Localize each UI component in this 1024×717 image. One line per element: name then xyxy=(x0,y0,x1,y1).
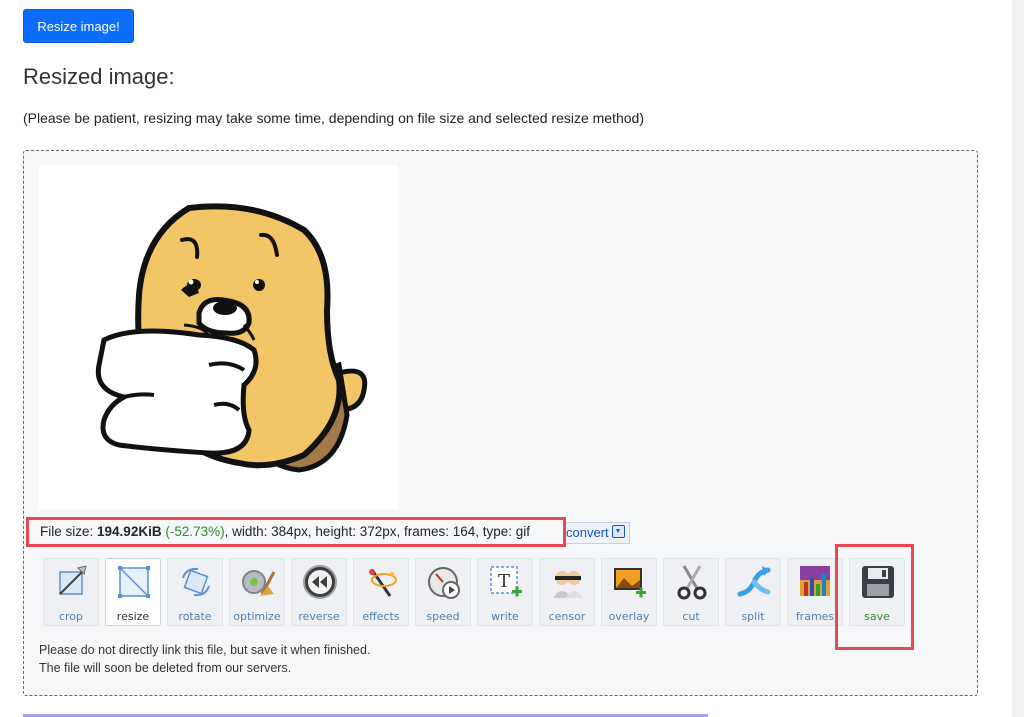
tool-frames-label: frames xyxy=(795,610,835,623)
tool-write-label: write xyxy=(491,610,519,623)
tool-rotate[interactable]: rotate xyxy=(167,558,223,626)
tool-resize-label: resize xyxy=(116,610,150,623)
file-info-text: File size: 194.92KiB (-52.73%), width: 3… xyxy=(26,517,566,547)
tool-crop[interactable]: crop xyxy=(43,558,99,626)
optimize-icon xyxy=(240,564,276,600)
svg-text:T: T xyxy=(498,571,510,592)
crop-icon xyxy=(54,564,90,600)
section-title: Resized image: xyxy=(23,64,175,89)
censor-icon xyxy=(550,564,586,600)
tool-bar: crop resize rotate optimize reverse effe… xyxy=(43,558,913,628)
tool-split-label: split xyxy=(741,610,765,623)
page-scrollbar[interactable] xyxy=(1012,0,1024,717)
reverse-icon xyxy=(302,564,338,600)
patience-note: (Please be patient, resizing may take so… xyxy=(23,110,645,126)
convert-label: convert xyxy=(566,525,609,540)
footer-note-line-1: Please do not directly link this file, b… xyxy=(39,643,371,657)
size-change-percent: (-52.73%) xyxy=(165,524,225,539)
resize-icon xyxy=(116,564,152,600)
tool-frames[interactable]: frames xyxy=(787,558,843,626)
tool-crop-label: crop xyxy=(58,610,84,623)
resize-image-button[interactable]: Resize image! xyxy=(23,9,134,43)
tool-save-label: save xyxy=(864,610,890,623)
footer-note: Please do not directly link this file, b… xyxy=(39,641,370,677)
tool-effects-label: effects xyxy=(362,610,400,623)
file-size-label: File size: xyxy=(40,524,94,539)
tool-reverse-label: reverse xyxy=(298,610,340,623)
tool-speed[interactable]: speed xyxy=(415,558,471,626)
overlay-icon xyxy=(612,564,648,600)
split-icon xyxy=(736,564,772,600)
convert-link[interactable]: convert xyxy=(566,522,630,544)
tool-rotate-label: rotate xyxy=(178,610,212,623)
download-icon xyxy=(611,525,625,538)
floppy-disk-icon xyxy=(860,564,896,600)
effects-icon xyxy=(364,564,400,600)
tool-save[interactable]: save xyxy=(849,558,905,626)
tool-write[interactable]: T write xyxy=(477,558,533,626)
tool-split[interactable]: split xyxy=(725,558,781,626)
resized-gif-preview xyxy=(39,165,398,509)
file-details: , width: 384px, height: 372px, frames: 1… xyxy=(224,524,531,539)
write-icon: T xyxy=(488,564,524,600)
tool-censor-label: censor xyxy=(548,610,586,623)
tool-optimize[interactable]: optimize xyxy=(229,558,285,626)
tool-overlay-label: overlay xyxy=(608,610,650,623)
tool-overlay[interactable]: overlay xyxy=(601,558,657,626)
tool-censor[interactable]: censor xyxy=(539,558,595,626)
character-illustration xyxy=(95,203,368,473)
scissors-icon xyxy=(674,564,710,600)
speed-icon xyxy=(426,564,462,600)
frames-icon xyxy=(798,564,834,600)
tool-reverse[interactable]: reverse xyxy=(291,558,347,626)
tool-speed-label: speed xyxy=(426,610,460,623)
file-size-value: 194.92KiB xyxy=(97,524,162,539)
tool-optimize-label: optimize xyxy=(233,610,281,623)
tool-cut-label: cut xyxy=(682,610,700,623)
rotate-icon xyxy=(178,564,214,600)
result-panel: File size: 194.92KiB (-52.73%), width: 3… xyxy=(23,150,978,696)
footer-note-line-2: The file will soon be deleted from our s… xyxy=(39,661,292,675)
tool-cut[interactable]: cut xyxy=(663,558,719,626)
tool-resize[interactable]: resize xyxy=(105,558,161,626)
tool-effects[interactable]: effects xyxy=(353,558,409,626)
